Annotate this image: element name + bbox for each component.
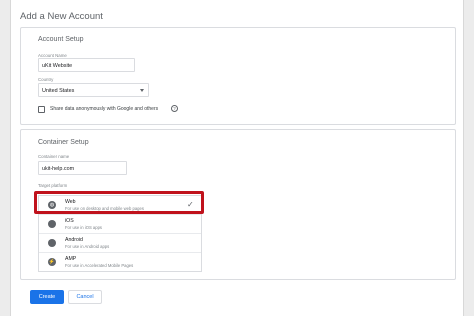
platform-desc: For use in Android apps [65,244,110,249]
account-setup-title: Account Setup [38,36,84,43]
container-setup-title: Container Setup [38,139,89,146]
platform-name: AMP [65,256,77,262]
account-name-input[interactable]: uKit Website [38,58,135,72]
country-select[interactable]: United States [38,83,149,97]
android-icon [48,239,56,247]
cancel-button[interactable]: Cancel [68,290,102,304]
amp-icon: ⚡ [48,258,56,266]
platform-name: iOS [65,218,74,224]
platform-desc: For use in iOS apps [65,225,103,230]
platform-desc: For use in Accelerated Mobile Pages [65,263,134,268]
country-value: United States [42,88,75,94]
share-data-label: Share data anonymously with Google and o… [50,106,159,112]
share-data-checkbox[interactable] [38,106,45,113]
country-label: Country [38,77,54,82]
container-name-label: Container name [38,154,70,159]
account-setup-section: Account Setup Account Name uKit Website … [20,27,456,125]
platform-option-amp[interactable]: ⚡ AMP For use in Accelerated Mobile Page… [39,253,201,272]
chevron-down-icon [140,89,144,92]
page-title: Add a New Account [20,11,103,22]
platform-option-ios[interactable]: iOS For use in iOS apps [39,215,201,234]
help-icon[interactable]: ? [171,105,178,112]
web-highlight-box [34,191,204,214]
platform-name: Android [65,237,83,243]
apple-icon [48,220,56,228]
platform-option-android[interactable]: Android For use in Android apps [39,234,201,253]
container-name-input[interactable]: ukit-help.com [38,161,127,175]
create-button[interactable]: Create [30,290,64,304]
target-platform-label: Target platform [38,183,68,188]
